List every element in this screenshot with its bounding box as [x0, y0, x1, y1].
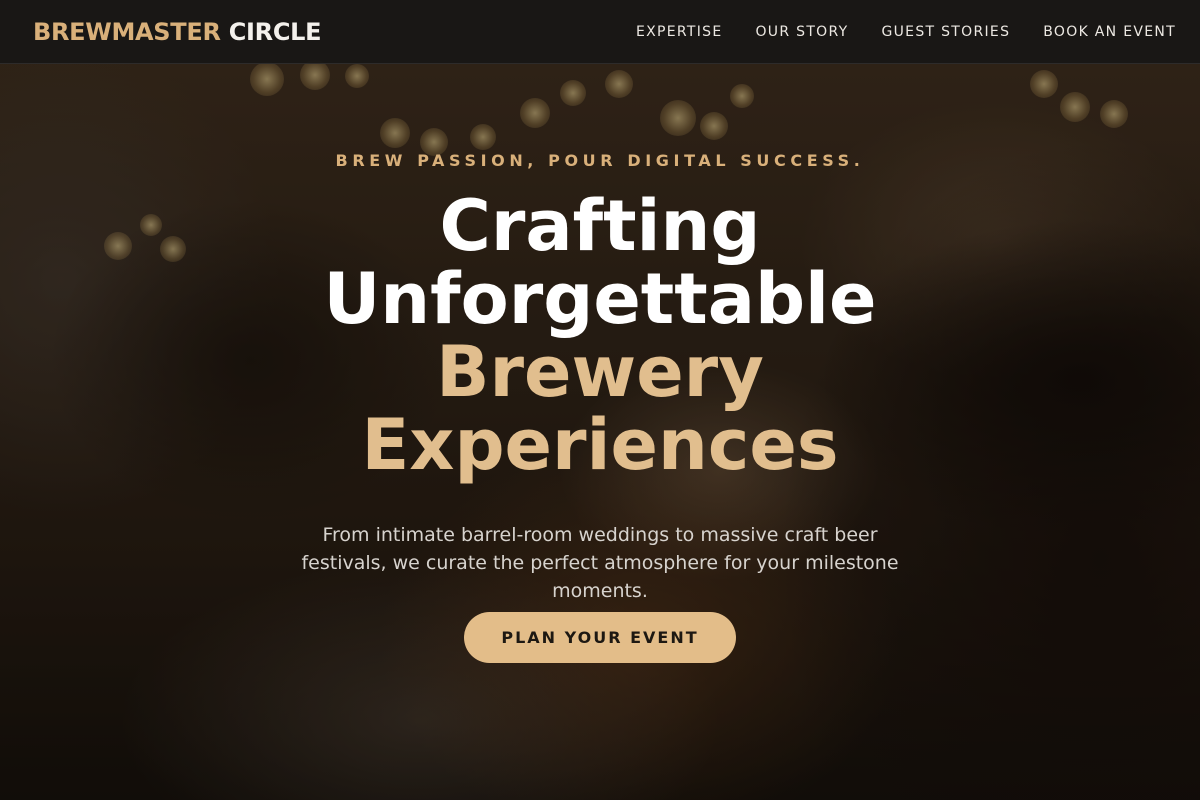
headline-line-4: Experiences [361, 404, 839, 486]
hero-section: BREW PASSION, POUR DIGITAL SUCCESS. Craf… [0, 64, 1200, 800]
headline-line-3: Brewery [436, 331, 764, 413]
brand-logo[interactable]: BREWMASTER CIRCLE [33, 17, 322, 46]
hero-tagline: BREW PASSION, POUR DIGITAL SUCCESS. [335, 151, 865, 170]
headline-line-2: Unforgettable [323, 258, 877, 340]
nav-link-expertise[interactable]: EXPERTISE [636, 24, 723, 40]
logo-word-accent: BREWMASTER [33, 17, 221, 46]
nav-link-guest-stories[interactable]: GUEST STORIES [881, 24, 1010, 40]
headline-line-1: Crafting [439, 185, 761, 267]
nav-link-our-story[interactable]: OUR STORY [755, 24, 848, 40]
nav-links: EXPERTISE OUR STORY GUEST STORIES BOOK A… [636, 24, 1176, 40]
landing-page: BREWMASTER CIRCLE EXPERTISE OUR STORY GU… [0, 0, 1200, 800]
hero-headline: Crafting Unforgettable Brewery Experienc… [0, 190, 1200, 482]
plan-your-event-button[interactable]: PLAN YOUR EVENT [464, 612, 736, 663]
logo-word-rest: CIRCLE [228, 17, 322, 46]
nav-link-book-an-event[interactable]: BOOK AN EVENT [1043, 24, 1176, 40]
top-navbar: BREWMASTER CIRCLE EXPERTISE OUR STORY GU… [0, 0, 1200, 64]
hero-description: From intimate barrel-room weddings to ma… [301, 524, 899, 602]
